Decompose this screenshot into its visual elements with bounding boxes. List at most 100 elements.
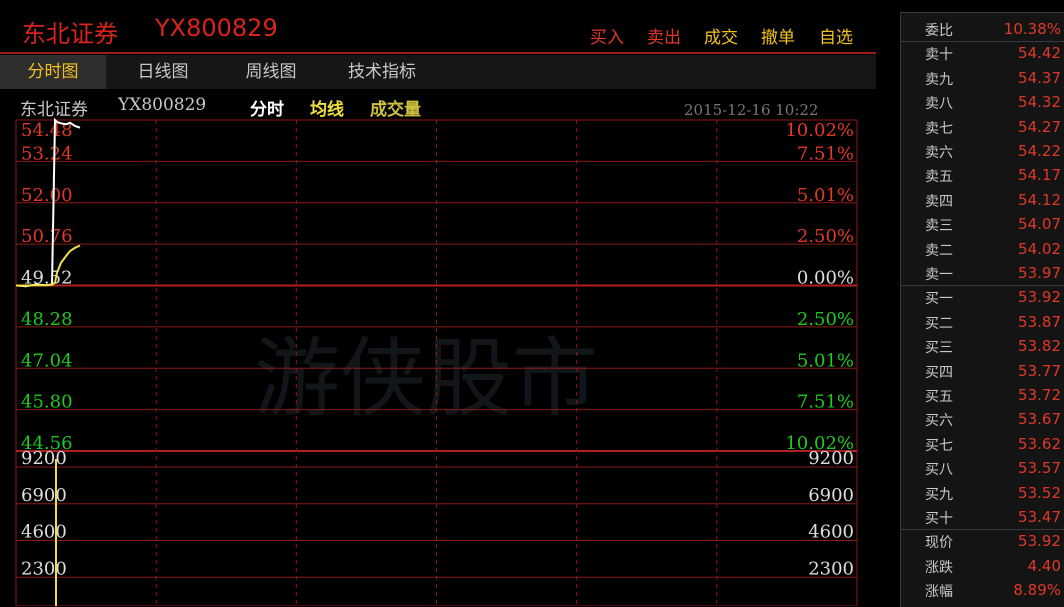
tab-weekly[interactable]: 周线图 <box>222 55 320 89</box>
tab-bar: 分时图 日线图 周线图 技术指标 <box>0 55 876 89</box>
buy-level-3-value: 53.82 <box>1018 337 1061 356</box>
commission-ratio-value: 10.38% <box>1003 20 1061 38</box>
buy-level-6-value: 53.67 <box>1018 410 1061 429</box>
percent-axis-label: 2.50% <box>797 226 854 247</box>
chart-datetime: 2015-12-16 10:22 <box>684 101 819 119</box>
sell-level-5-label: 卖五 <box>925 169 953 186</box>
change-percent-row: 涨幅 8.89% <box>901 578 1064 602</box>
percent-axis-label: 10.02% <box>785 120 854 141</box>
price-axis-label: 48.28 <box>21 309 73 330</box>
sell-level-6-value: 54.22 <box>1018 142 1061 160</box>
sell-level-1-row: 卖一 53.97 <box>901 261 1064 285</box>
buy-level-3-label: 买三 <box>925 340 953 357</box>
commission-ratio-row: 委比 10.38% <box>901 17 1064 41</box>
price-change-value: 4.40 <box>1027 556 1061 575</box>
buy-level-6-label: 买六 <box>925 413 953 430</box>
sell-level-5-value: 54.17 <box>1018 166 1061 185</box>
sell-level-2-row: 卖二 54.02 <box>901 237 1064 261</box>
sell-level-6-label: 卖六 <box>925 145 953 161</box>
sell-level-3-label: 卖三 <box>925 218 953 235</box>
tab-daily[interactable]: 日线图 <box>114 55 212 89</box>
sell-level-2-value: 54.02 <box>1018 239 1061 258</box>
buy-level-2-value: 53.87 <box>1018 312 1061 331</box>
info-stock-code: YX800829 <box>118 95 207 115</box>
buy-level-6-row: 买六 53.67 <box>901 407 1064 431</box>
price-axis-label: 50.76 <box>21 226 73 247</box>
buy-level-3-row: 买三 53.82 <box>901 334 1064 358</box>
tab-indicators[interactable]: 技术指标 <box>328 55 436 89</box>
stock-name: 东北证券 <box>22 20 118 48</box>
chart-grid <box>15 119 858 606</box>
sell-button[interactable]: 卖出 <box>647 23 681 48</box>
watermark: 游侠股市 <box>254 329 598 429</box>
sell-level-7-value: 54.27 <box>1018 117 1061 136</box>
current-price-value: 53.92 <box>1018 532 1061 551</box>
buy-level-10-value: 53.47 <box>1018 508 1061 526</box>
volume-axis-label: 4600 <box>21 522 67 543</box>
percent-axis-label: 0.00% <box>797 268 854 289</box>
cancel-order-button[interactable]: 撤单 <box>761 23 795 48</box>
sell-level-1-label: 卖一 <box>925 267 953 283</box>
sell-level-8-row: 卖八 54.32 <box>901 90 1064 114</box>
volume-axis-label-right: 9200 <box>808 448 854 469</box>
legend-average-line: 均线 <box>310 100 344 120</box>
sell-level-7-row: 卖七 54.27 <box>901 115 1064 139</box>
volume-axis-label: 9200 <box>21 448 67 469</box>
sell-level-3-value: 54.07 <box>1018 215 1061 234</box>
price-axis-label: 53.24 <box>21 143 73 164</box>
buy-level-1-label: 买一 <box>925 291 953 308</box>
current-price-label: 现价 <box>925 535 953 552</box>
change-percent-label: 涨幅 <box>925 584 953 601</box>
price-axis-label: 47.04 <box>21 350 73 371</box>
buy-level-10-label: 买十 <box>925 511 953 527</box>
buy-level-4-value: 53.77 <box>1018 361 1061 380</box>
buy-level-9-label: 买九 <box>925 486 953 503</box>
buy-level-8-row: 买八 53.57 <box>901 456 1064 480</box>
change-percent-value: 8.89% <box>1013 581 1061 600</box>
sell-level-9-label: 卖九 <box>925 71 953 88</box>
buy-button[interactable]: 买入 <box>590 23 624 48</box>
legend-intraday: 分时 <box>250 100 284 120</box>
price-axis-label: 45.80 <box>21 392 73 413</box>
buy-level-7-row: 买七 53.62 <box>901 432 1064 456</box>
order-book-panel: 委比 10.38% 卖十 54.42 卖九 54.37 卖八 54.32 卖七 54.27 卖六 54… <box>900 12 1064 607</box>
trades-button[interactable]: 成交 <box>704 23 738 48</box>
buy-level-10-row: 买十 53.47 <box>901 505 1064 529</box>
sell-level-4-label: 卖四 <box>925 193 953 210</box>
sell-level-8-label: 卖八 <box>925 96 953 113</box>
sell-level-10-value: 54.42 <box>1018 44 1061 63</box>
volume-axis-label-right: 4600 <box>808 522 854 543</box>
sell-level-7-label: 卖七 <box>925 120 953 137</box>
percent-axis-label: 7.51% <box>797 392 854 413</box>
tab-intraday[interactable]: 分时图 <box>0 55 106 89</box>
stock-code: YX800829 <box>155 14 278 42</box>
sell-level-3-row: 卖三 54.07 <box>901 212 1064 236</box>
buy-level-9-row: 买九 53.52 <box>901 481 1064 505</box>
buy-level-2-row: 买二 53.87 <box>901 310 1064 334</box>
volume-axis-label: 2300 <box>21 558 67 579</box>
buy-level-9-value: 53.52 <box>1018 483 1061 502</box>
legend-volume: 成交量 <box>370 100 421 120</box>
sell-level-2-label: 卖二 <box>925 242 953 259</box>
buy-level-1-value: 53.92 <box>1018 288 1061 307</box>
buy-level-5-value: 53.72 <box>1018 386 1061 404</box>
current-price-row: 现价 53.92 <box>901 529 1064 553</box>
sell-level-9-value: 54.37 <box>1018 68 1061 87</box>
buy-level-8-value: 53.57 <box>1018 459 1061 478</box>
buy-level-2-label: 买二 <box>925 315 953 332</box>
percent-axis-label: 5.01% <box>797 350 854 371</box>
price-axis-label: 52.00 <box>21 185 73 206</box>
percent-axis-label: 2.50% <box>797 309 854 330</box>
buy-level-1-row: 买一 53.92 <box>901 285 1064 309</box>
volume-axis-label-right: 6900 <box>808 485 854 506</box>
info-stock-name: 东北证券 <box>20 100 88 120</box>
intraday-chart[interactable]: 游侠股市 54.48 10.02%53.24 7.51%52.00 5.01%50.7… <box>0 118 876 606</box>
buy-level-5-row: 买五 53.72 <box>901 383 1064 407</box>
buy-level-8-label: 买八 <box>925 462 953 479</box>
buy-level-4-label: 买四 <box>925 364 953 381</box>
price-change-row: 涨跌 4.40 <box>901 554 1064 578</box>
commission-ratio-label: 委比 <box>925 23 953 39</box>
watchlist-button[interactable]: 自选 <box>819 23 853 48</box>
buy-level-5-label: 买五 <box>925 389 953 405</box>
sell-level-5-row: 卖五 54.17 <box>901 163 1064 187</box>
